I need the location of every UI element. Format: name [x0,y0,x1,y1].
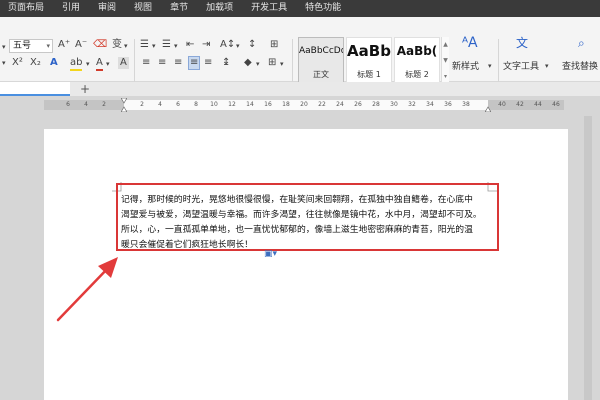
vertical-scrollbar[interactable] [584,116,592,400]
annotation-arrow-icon [56,257,118,322]
